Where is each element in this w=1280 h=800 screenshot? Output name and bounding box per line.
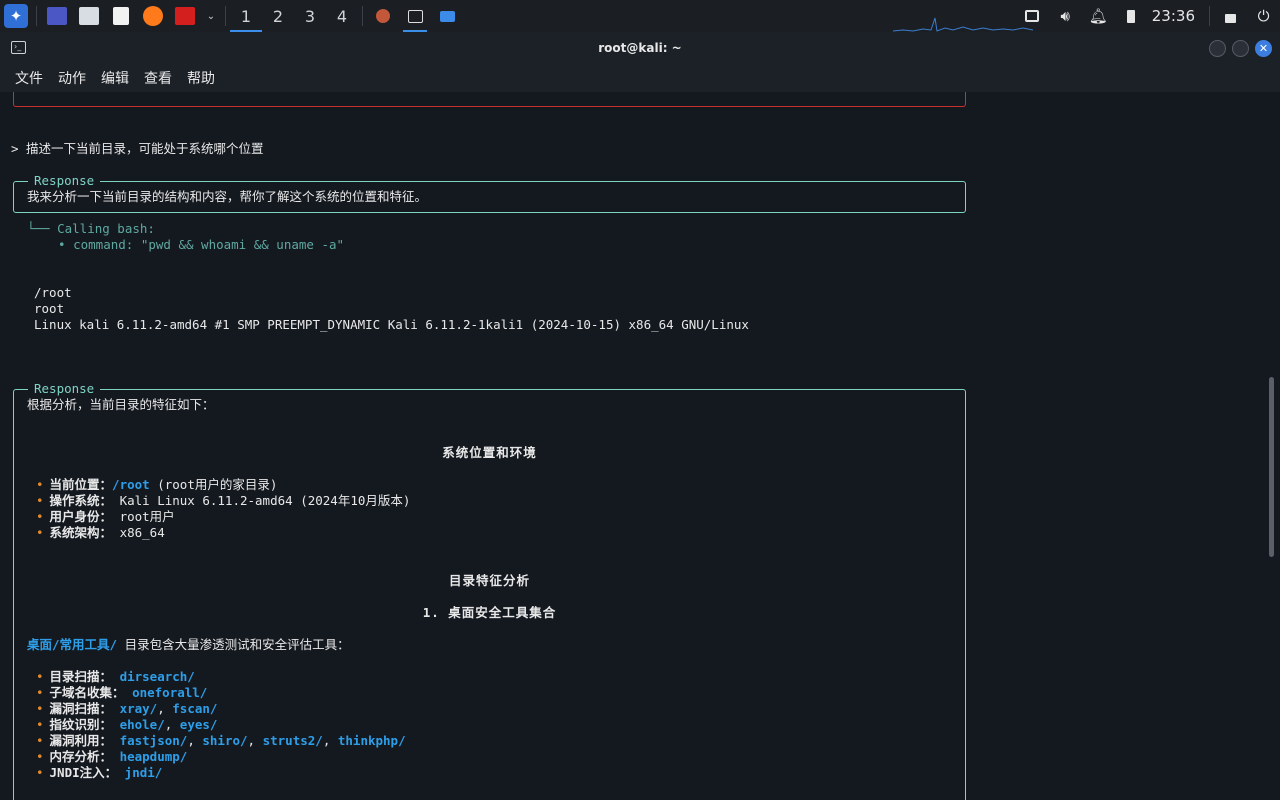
text-editor-icon [113,7,129,25]
response-legend: Response [28,381,101,397]
scrollbar[interactable] [1269,377,1274,557]
output-line: /root [34,285,72,300]
list-item: • 漏洞扫描： xray/, fscan/ [36,701,218,716]
task-file-manager[interactable] [431,0,463,32]
list-item: • 系统架构： x86_64 [36,525,165,540]
response-text: 我来分析一下当前目录的结构和内容，帮你了解这个系统的位置和特征。 [27,189,428,204]
menu-file[interactable]: 文件 [15,68,43,88]
terminal-output[interactable]: > 描述一下当前目录，可能处于系统哪个位置 Response 我来分析一下当前目… [0,92,1266,800]
text-editor-launcher[interactable] [108,3,134,29]
menu-view[interactable]: 查看 [144,68,172,88]
list-item: • JNDI注入： jndi/ [36,765,163,780]
screen-icon[interactable] [1016,0,1049,32]
battery-icon[interactable] [1115,0,1148,32]
output-line: root [34,301,65,316]
task-terminal[interactable] [399,0,431,32]
window-titlebar[interactable]: ›_ root@kali: ~ ✕ [0,32,1280,64]
list-item: • 目录扫描： dirsearch/ [36,669,195,684]
list-item: • 漏洞利用： fastjson/, shiro/, struts2/, thin… [36,733,406,748]
list-item: • 当前位置：/root (root用户的家目录) [36,477,278,492]
tool-call-command: • command: "pwd && whoami && uname -a" [43,237,345,252]
folder-icon [439,10,455,22]
task-firefox[interactable] [367,0,399,32]
desktop-icon [47,7,67,25]
terminal-icon [407,9,423,23]
folder-icon [79,7,99,25]
firefox-icon [143,6,163,26]
workspace-2[interactable]: 2 [262,0,294,32]
firefox-icon [376,9,390,23]
firefox-launcher[interactable] [140,3,166,29]
user-prompt: > 描述一下当前目录，可能处于系统哪个位置 [11,141,264,156]
volume-icon[interactable]: 🔊︎ [1049,0,1082,32]
flag-app-icon [175,7,195,25]
workspace-1[interactable]: 1 [230,0,262,32]
maximize-button[interactable] [1232,40,1249,57]
workspace-4[interactable]: 4 [326,0,358,32]
system-tray: 🔊︎ 🔔︎ 23:36 ⏻ [1016,0,1280,32]
subsection-heading: 1. 桌面安全工具集合 [422,605,557,620]
previous-input-box [13,92,966,107]
section-heading: 目录特征分析 [448,573,530,588]
minimize-button[interactable] [1209,40,1226,57]
notification-bell-icon[interactable]: 🔔︎ [1082,0,1115,32]
list-item: • 子域名收集： oneforall/ [36,685,208,700]
cpu-usage-graph [893,17,1033,32]
lock-icon[interactable] [1214,0,1247,32]
panel-separator [362,6,363,26]
panel-separator [1209,6,1210,26]
top-panel: ✦ ⌄ 1 2 3 4 🔊︎ 🔔︎ 23:36 ⏻ [0,0,1280,32]
response-intro: 根据分析，当前目录的特征如下： [27,397,215,412]
window-title: root@kali: ~ [598,41,682,55]
menu-edit[interactable]: 编辑 [101,68,129,88]
terminal-icon: ›_ [11,41,26,54]
workspace-3[interactable]: 3 [294,0,326,32]
close-button[interactable]: ✕ [1255,40,1272,57]
response-box: Response 我来分析一下当前目录的结构和内容，帮你了解这个系统的位置和特征… [13,173,966,213]
file-manager-launcher[interactable] [76,3,102,29]
output-line: Linux kali 6.11.2-amd64 #1 SMP PREEMPT_D… [34,317,749,332]
tools-intro: 桌面/常用工具/ 目录包含大量渗透测试和安全评估工具： [27,637,350,652]
menu-bar: 文件 动作 编辑 查看 帮助 [0,64,1280,92]
launcher-dropdown[interactable]: ⌄ [204,3,218,29]
list-item: • 内存分析： heapdump/ [36,749,188,764]
list-item: • 操作系统： Kali Linux 6.11.2-amd64 (2024年10月… [36,493,411,508]
clock[interactable]: 23:36 [1148,7,1205,25]
menu-action[interactable]: 动作 [58,68,86,88]
panel-separator [225,6,226,26]
response-legend: Response [28,173,101,189]
list-item: • 指纹识别： ehole/, eyes/ [36,717,218,732]
tool-call-header: └── Calling bash: [27,221,155,236]
terminal-window: ›_ root@kali: ~ ✕ 文件 动作 编辑 查看 帮助 > 描述一下当… [0,32,1280,800]
chevron-down-icon: ⌄ [206,10,216,22]
kali-dragon-icon: ✦ [4,4,28,28]
app-launcher-red[interactable] [172,3,198,29]
power-icon[interactable]: ⏻ [1247,0,1280,32]
list-item: • 用户身份： root用户 [36,509,175,524]
panel-separator [36,6,37,26]
menu-help[interactable]: 帮助 [187,68,215,88]
section-heading: 系统位置和环境 [442,445,537,460]
show-desktop-launcher[interactable] [44,3,70,29]
app-menu-button[interactable]: ✦ [0,0,32,32]
